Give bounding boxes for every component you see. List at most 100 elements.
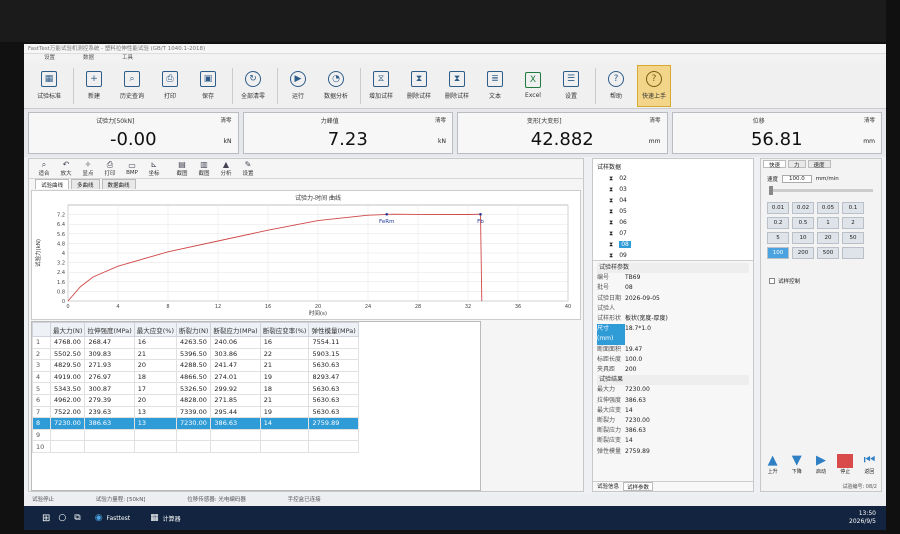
- column-header[interactable]: 最大力(N): [49, 322, 86, 337]
- search-icon[interactable]: ○: [58, 513, 66, 523]
- new-button[interactable]: + 新建: [77, 65, 111, 107]
- show-points-button[interactable]: ✧ 显点: [77, 160, 99, 177]
- deformation-clear-button[interactable]: 清零: [649, 116, 660, 124]
- speed-key[interactable]: 0.5: [792, 217, 814, 229]
- param-row[interactable]: 尺寸(mm) 18.7*1.0: [597, 324, 749, 345]
- tab-quick[interactable]: 快速: [763, 160, 787, 169]
- tab-test-curve[interactable]: 试验曲线: [35, 179, 70, 189]
- column-header[interactable]: 最大应变(%): [133, 322, 177, 337]
- settings-button[interactable]: ☰ 设置: [554, 65, 588, 107]
- table-row[interactable]: 6 4962.00 279.39 20 4828.00 271.85 21 5630.63: [32, 393, 359, 407]
- tree-item[interactable]: ⧗ 05: [597, 206, 749, 217]
- tab-force[interactable]: 力: [788, 160, 806, 169]
- text-button[interactable]: ≣ 文本: [478, 65, 512, 107]
- graph-analysis-button[interactable]: ▲ 分析: [215, 160, 237, 177]
- column-header[interactable]: [32, 322, 51, 337]
- param-row[interactable]: 断裂应力 386.63: [597, 426, 749, 436]
- param-row[interactable]: 拉伸强度 386.63: [597, 396, 749, 406]
- speed-key[interactable]: 0.05: [817, 202, 839, 214]
- tree-item[interactable]: ⧗ 02: [597, 173, 749, 184]
- param-row[interactable]: 断面面积 19.47: [597, 345, 749, 355]
- speed-key[interactable]: 100: [767, 247, 789, 259]
- force-clear-button[interactable]: 清零: [220, 116, 231, 124]
- slider-handle[interactable]: [769, 186, 773, 195]
- param-row[interactable]: 夹具距 200: [597, 365, 749, 375]
- tab-specimen-params[interactable]: 试样参数: [623, 482, 654, 491]
- clock[interactable]: 13:50 2026/9/5: [849, 510, 876, 526]
- speed-key[interactable]: 1: [817, 217, 839, 229]
- fit-button[interactable]: ⌕ 适合: [33, 160, 55, 177]
- param-row[interactable]: 最大应变 14: [597, 406, 749, 416]
- start-button[interactable]: ▶ 启动: [811, 451, 830, 477]
- speed-key[interactable]: 50: [842, 232, 864, 244]
- table-row[interactable]: 8 7230.00 386.63 13 7230.00 386.63 14 2759.89: [32, 417, 359, 430]
- table-row[interactable]: 7 7522.00 239.63 13 7339.00 295.44 19 5630.63: [32, 405, 359, 419]
- delete-specimen-button[interactable]: ⧗ 删除试样: [402, 65, 436, 107]
- column-header[interactable]: 断裂应力(MPa): [210, 322, 261, 337]
- speed-key[interactable]: 500: [817, 247, 839, 259]
- tree-item[interactable]: ⧗ 03: [597, 184, 749, 195]
- save-button[interactable]: ▣ 保存: [191, 65, 225, 107]
- param-row[interactable]: 断裂力 7230.00: [597, 416, 749, 426]
- table-row[interactable]: 1 4768.00 268.47 16 4263.50 240.06 16 7554.11: [32, 336, 359, 349]
- table-row[interactable]: 2 5502.50 309.83 21 5396.50 303.86 22 5903.15: [32, 347, 359, 361]
- tree-item[interactable]: ⧗ 09: [597, 250, 749, 260]
- speed-key[interactable]: [842, 247, 864, 259]
- zero-all-button[interactable]: ↻ 全部清零: [236, 65, 270, 107]
- tree-item[interactable]: ⧗ 04: [597, 195, 749, 206]
- speed-key[interactable]: 200: [792, 247, 814, 259]
- speed-key[interactable]: 0.01: [767, 202, 789, 214]
- stop-button[interactable]: 停止: [836, 451, 855, 477]
- history-button[interactable]: ⌕ 历史查询: [115, 65, 149, 107]
- print-button[interactable]: ⎙ 打印: [153, 65, 187, 107]
- tree-item[interactable]: ⧗ 08: [597, 239, 749, 250]
- task-view-icon[interactable]: ⧉: [74, 513, 80, 523]
- column-header[interactable]: 拉伸强度(MPa): [84, 322, 135, 337]
- start-icon[interactable]: ⊞: [42, 513, 50, 524]
- table-row[interactable]: 4 4919.00 276.97 18 4866.50 274.01 19 8293.47: [32, 370, 359, 384]
- param-row[interactable]: 弹性模量 2759.89: [597, 447, 749, 457]
- speed-key[interactable]: 0.1: [842, 202, 864, 214]
- param-row[interactable]: 试样形状 板状(宽度-厚度): [597, 314, 749, 324]
- speed-input[interactable]: 100.0: [782, 175, 812, 183]
- speed-key[interactable]: 20: [817, 232, 839, 244]
- menu-tools[interactable]: 工具: [122, 54, 133, 63]
- table-row[interactable]: 5 5343.50 300.87 17 5326.50 299.92 18 5630.63: [32, 382, 359, 395]
- tab-speed[interactable]: 速度: [807, 160, 831, 169]
- graph-settings-button[interactable]: ✎ 设置: [237, 160, 259, 177]
- param-row[interactable]: 最大力 7230.00: [597, 385, 749, 395]
- quick-start-button[interactable]: ? 快速上手: [637, 64, 671, 107]
- excel-button[interactable]: X Excel: [516, 65, 550, 107]
- taskbar-app-calculator[interactable]: ▦ 计算器: [144, 513, 187, 523]
- table-row[interactable]: 9: [32, 428, 359, 442]
- speed-key[interactable]: 10: [792, 232, 814, 244]
- param-row[interactable]: 试验人: [597, 304, 749, 314]
- menu-data[interactable]: 数据: [83, 54, 94, 63]
- param-row[interactable]: 批号 08: [597, 283, 749, 293]
- peak-clear-button[interactable]: 清零: [435, 116, 446, 124]
- param-row[interactable]: 编号 TB69: [597, 273, 749, 283]
- return-button[interactable]: ⏮ 返回: [860, 451, 879, 477]
- speed-key[interactable]: 2: [842, 217, 864, 229]
- param-row[interactable]: 断裂应变 14: [597, 436, 749, 446]
- capture-button-2[interactable]: ▥ 截图: [193, 160, 215, 177]
- param-row[interactable]: 试验日期 2026-09-05: [597, 294, 749, 304]
- speed-key[interactable]: 5: [767, 232, 789, 244]
- taskbar-app-fasttest[interactable]: ◉ Fasttest: [89, 513, 136, 523]
- zoom-button[interactable]: ↶ 放大: [55, 160, 77, 177]
- speed-key[interactable]: 0.2: [767, 217, 789, 229]
- axis-button[interactable]: ⊾ 坐标: [143, 160, 165, 177]
- delete-specimen-button-2[interactable]: ⧗ 删除试样: [440, 65, 474, 107]
- table-row[interactable]: 10: [32, 440, 359, 453]
- analysis-button[interactable]: ◔ 数据分析: [319, 65, 353, 107]
- menu-settings[interactable]: 设置: [44, 54, 55, 63]
- add-specimen-button[interactable]: ⧖ 增加试样: [364, 65, 398, 107]
- column-header[interactable]: 断裂力(N): [175, 322, 212, 337]
- param-row[interactable]: 标距长度 100.0: [597, 355, 749, 365]
- down-button[interactable]: ▼ 下降: [787, 451, 806, 477]
- speed-key[interactable]: 0.02: [792, 202, 814, 214]
- column-header[interactable]: 断裂应变率(%): [259, 322, 310, 337]
- tree-item[interactable]: ⧗ 07: [597, 228, 749, 239]
- graph-print-button[interactable]: ⎙ 打印: [99, 160, 121, 177]
- tree-item[interactable]: ⧗ 06: [597, 217, 749, 228]
